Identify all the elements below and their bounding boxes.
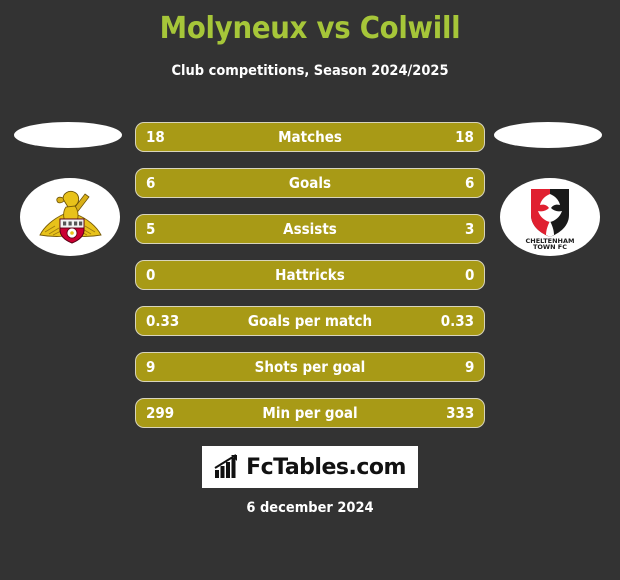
stat-row: 18 Matches 18 [135, 122, 485, 152]
stat-away-value: 0 [464, 266, 474, 284]
stat-label: Assists [283, 220, 337, 238]
stat-label: Matches [278, 128, 342, 146]
stat-away-value: 0.33 [440, 312, 474, 330]
stat-row: 9 Shots per goal 9 [135, 352, 485, 382]
svg-text:TOWN FC: TOWN FC [533, 243, 567, 249]
stat-label: Goals [288, 174, 332, 192]
stat-away-value: 3 [464, 220, 474, 238]
page-subtitle: Club competitions, Season 2024/2025 [171, 63, 449, 79]
stat-label: Shots per goal [254, 358, 366, 376]
away-team-crest: CHELTENHAM TOWN FC [500, 178, 600, 256]
stat-row: 6 Goals 6 [135, 168, 485, 198]
page-title: Molyneux vs Colwill [159, 11, 461, 46]
generated-date: 6 december 2024 [246, 500, 374, 516]
stat-row: 299 Min per goal 333 [135, 398, 485, 428]
stat-label: Goals per match [247, 312, 373, 330]
away-team-logo-zone: CHELTENHAM TOWN FC [492, 120, 612, 260]
away-oval-decoration [494, 122, 602, 148]
home-team-crest [20, 178, 120, 256]
stat-away-value: 6 [464, 174, 474, 192]
cheltenham-town-crest-icon: CHELTENHAM TOWN FC [526, 189, 574, 249]
stat-comparison-list: 18 Matches 18 6 Goals 6 5 Assists 3 0 Ha… [135, 122, 485, 428]
bar-chart-growth-icon [214, 454, 238, 478]
fctables-brand-logo[interactable]: FcTables.com [202, 446, 418, 488]
stat-label: Hattricks [275, 266, 345, 284]
stat-away-value: 18 [455, 128, 474, 146]
fctables-brand-text: FcTables.com [246, 454, 406, 480]
header: Molyneux vs Colwill Club competitions, S… [0, 0, 620, 80]
doncaster-rovers-crest-icon [39, 190, 102, 244]
home-team-logo-zone [12, 120, 132, 260]
stat-away-value: 333 [445, 404, 474, 422]
stat-label: Min per goal [262, 404, 358, 422]
stat-away-value: 9 [464, 358, 474, 376]
stat-row: 5 Assists 3 [135, 214, 485, 244]
stat-row: 0.33 Goals per match 0.33 [135, 306, 485, 336]
stat-row: 0 Hattricks 0 [135, 260, 485, 290]
home-oval-decoration [14, 122, 122, 148]
